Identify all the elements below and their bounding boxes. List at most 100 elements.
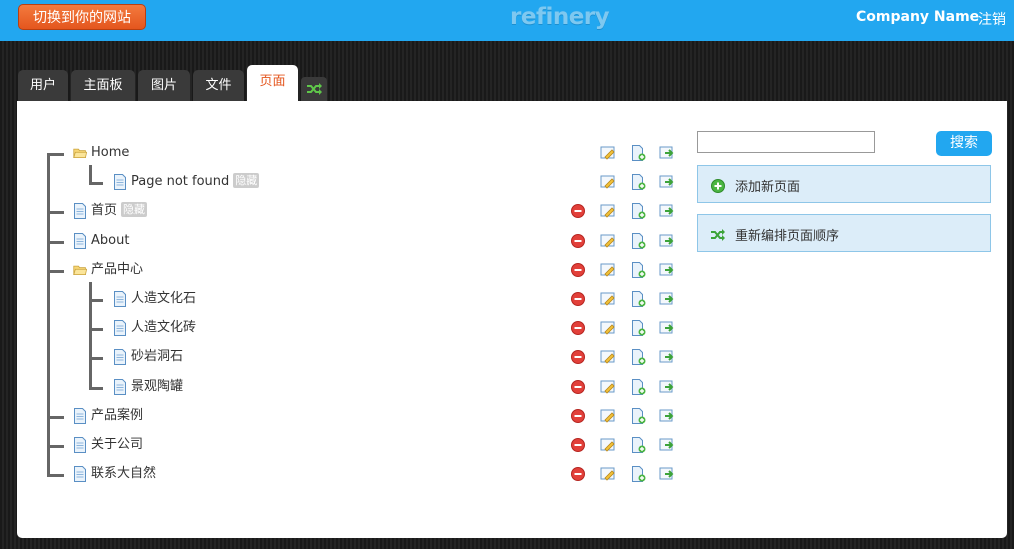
- tab-users[interactable]: 用户: [18, 70, 68, 101]
- move-icon[interactable]: [659, 174, 675, 190]
- logout-link[interactable]: 注销: [978, 9, 1006, 29]
- edit-icon[interactable]: [600, 291, 616, 307]
- page-title-link[interactable]: 人造文化石: [131, 290, 196, 308]
- tab-images[interactable]: 图片: [138, 70, 190, 101]
- add-child-icon[interactable]: [630, 261, 646, 278]
- move-icon[interactable]: [659, 320, 675, 336]
- delete-icon[interactable]: [570, 203, 586, 219]
- content-panel: Home Page not found 隐藏首页 隐藏 About 产品中心人造文化石人造…: [17, 101, 1007, 538]
- move-icon[interactable]: [659, 349, 675, 365]
- page-title-link[interactable]: About: [91, 232, 129, 250]
- edit-icon[interactable]: [600, 437, 616, 453]
- edit-icon[interactable]: [600, 379, 616, 395]
- switch-to-site-button[interactable]: 切换到你的网站: [18, 4, 146, 30]
- page-tree-row: 砂岩洞石: [17, 348, 687, 370]
- edit-icon[interactable]: [600, 203, 616, 219]
- page-title: 关于公司: [91, 437, 144, 452]
- page-title-link[interactable]: 首页 隐藏: [91, 202, 148, 220]
- page-title: Home: [91, 145, 130, 160]
- edit-icon[interactable]: [600, 466, 616, 482]
- page-title-link[interactable]: 关于公司: [91, 436, 143, 454]
- page-title-link[interactable]: 砂岩洞石: [131, 348, 183, 366]
- add-child-icon[interactable]: [630, 203, 646, 220]
- move-icon[interactable]: [659, 203, 675, 219]
- move-icon[interactable]: [659, 379, 675, 395]
- page-title-link[interactable]: Page not found 隐藏: [131, 173, 260, 191]
- move-icon[interactable]: [659, 466, 675, 482]
- add-child-icon[interactable]: [630, 174, 646, 191]
- delete-icon[interactable]: [570, 437, 586, 453]
- page-title-link[interactable]: Home: [91, 144, 129, 162]
- tree-connector: [48, 415, 64, 419]
- delete-icon[interactable]: [570, 320, 586, 336]
- delete-icon[interactable]: [570, 408, 586, 424]
- move-icon[interactable]: [659, 233, 675, 249]
- add-child-icon[interactable]: [630, 232, 646, 249]
- edit-icon[interactable]: [600, 262, 616, 278]
- add-child-icon[interactable]: [630, 466, 646, 483]
- move-icon[interactable]: [659, 145, 675, 161]
- delete-icon[interactable]: [570, 379, 586, 395]
- tree-connector: [48, 211, 64, 215]
- add-new-page-button[interactable]: 添加新页面: [697, 165, 991, 203]
- delete-icon[interactable]: [570, 349, 586, 365]
- delete-icon[interactable]: [570, 262, 586, 278]
- search-button[interactable]: 搜索: [936, 131, 992, 156]
- page-title: 产品案例: [91, 407, 144, 423]
- move-icon[interactable]: [659, 291, 675, 307]
- add-child-icon[interactable]: [630, 407, 646, 424]
- page-title: About: [91, 232, 130, 248]
- edit-icon[interactable]: [600, 408, 616, 424]
- refinery-logo: refinery: [510, 4, 610, 30]
- page-icon: [74, 407, 86, 424]
- page-icon: [74, 203, 86, 220]
- page-title-link[interactable]: 产品中心: [91, 261, 143, 279]
- tab-shuffle[interactable]: [301, 77, 327, 101]
- edit-icon[interactable]: [600, 349, 616, 365]
- tab-pages[interactable]: 页面: [247, 65, 298, 101]
- add-child-icon[interactable]: [630, 145, 646, 161]
- page-title-link[interactable]: 联系大自然: [91, 465, 156, 483]
- edit-icon[interactable]: [600, 145, 616, 161]
- page-icon: [114, 378, 126, 395]
- move-icon[interactable]: [659, 262, 675, 278]
- delete-icon[interactable]: [570, 466, 586, 482]
- edit-icon[interactable]: [600, 233, 616, 249]
- tree-connector: [48, 153, 64, 156]
- tab-dashboard[interactable]: 主面板: [71, 70, 135, 101]
- add-child-icon[interactable]: [630, 378, 646, 395]
- page-title-link[interactable]: 景观陶罐: [131, 378, 183, 396]
- move-icon[interactable]: [659, 408, 675, 424]
- edit-icon[interactable]: [600, 174, 616, 190]
- page-tree-row: 首页 隐藏: [17, 202, 687, 224]
- add-new-page-label: 添加新页面: [735, 180, 801, 195]
- add-icon: [711, 179, 725, 193]
- page-title: 联系大自然: [91, 466, 157, 482]
- add-child-icon[interactable]: [630, 349, 646, 366]
- page-tree-row: 联系大自然: [17, 465, 687, 487]
- page-title: 首页: [91, 203, 118, 219]
- page-title: 人造文化石: [131, 291, 197, 306]
- add-child-icon[interactable]: [630, 437, 646, 453]
- add-child-icon[interactable]: [630, 291, 646, 307]
- tab-files[interactable]: 文件: [193, 70, 244, 101]
- page-icon: [114, 291, 126, 307]
- page-title-link[interactable]: 产品案例: [91, 407, 143, 425]
- page-title-link[interactable]: 人造文化砖: [131, 319, 196, 337]
- delete-icon[interactable]: [570, 291, 586, 307]
- page-title: 人造文化砖: [131, 320, 197, 336]
- edit-icon[interactable]: [600, 320, 616, 336]
- page-tree-row: 产品中心: [17, 261, 687, 283]
- tree-connector: [89, 165, 92, 186]
- search-input[interactable]: [697, 131, 875, 153]
- page-title: Page not found: [131, 174, 230, 190]
- move-icon[interactable]: [659, 437, 675, 453]
- reorder-pages-label: 重新编排页面顺序: [735, 229, 840, 244]
- delete-icon[interactable]: [570, 233, 586, 249]
- reorder-pages-button[interactable]: 重新编排页面顺序: [697, 214, 991, 252]
- page-tree-row: 产品案例: [17, 407, 687, 429]
- tree-connector: [48, 445, 64, 448]
- tree-connector: [48, 269, 64, 273]
- add-child-icon[interactable]: [630, 320, 646, 337]
- page-icon: [74, 466, 86, 483]
